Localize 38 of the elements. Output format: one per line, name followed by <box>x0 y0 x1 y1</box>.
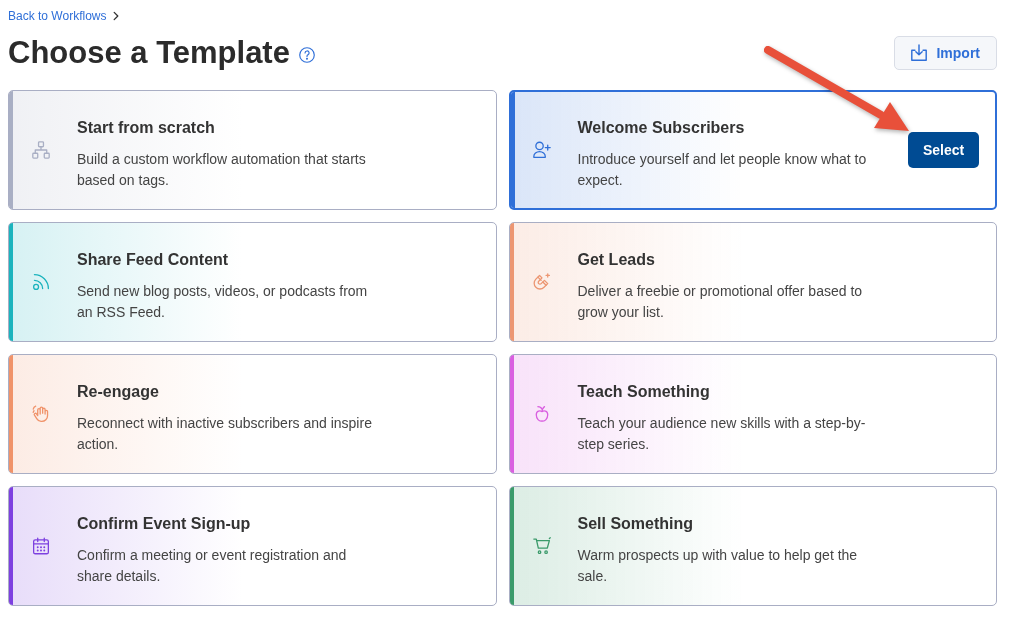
download-icon <box>910 44 929 62</box>
template-card[interactable]: Sell Something Warm prospects up with value to help get the sale. <box>508 486 997 606</box>
card-description: Warm prospects up with value to help get the sale. <box>577 545 859 586</box>
card-title: Confirm Event Sign-up <box>77 513 252 534</box>
user-plus-icon <box>532 141 551 159</box>
card-title: Welcome Subscribers <box>577 117 746 138</box>
card-description: Build a custom workflow automation that starts based on tags. <box>77 149 367 190</box>
hand-icon <box>32 405 50 423</box>
card-description: Teach your audience new skills with a step-by-step series. <box>577 413 867 454</box>
card-title: Start from scratch <box>77 117 216 138</box>
cart-icon <box>532 537 551 555</box>
template-card[interactable]: Get Leads Deliver a freebie or promotional offer based to grow your list. <box>508 222 997 342</box>
import-button[interactable]: Import <box>894 36 997 70</box>
back-link[interactable]: Back to Workflows <box>8 8 107 24</box>
card-title: Teach Something <box>577 381 711 402</box>
card-description: Deliver a freebie or promotional offer based to grow your list. <box>577 281 864 322</box>
template-card[interactable]: Welcome Subscribers Introduce yourself and let people know what to expect. Select <box>508 90 997 210</box>
rss-icon <box>32 273 50 291</box>
template-card[interactable]: Confirm Event Sign-up Confirm a meeting or event registration and share details. <box>8 486 497 606</box>
template-card[interactable]: Re-engage Reconnect with inactive subscribers and inspire action. <box>8 354 497 474</box>
card-title: Sell Something <box>577 513 695 534</box>
calendar-icon <box>32 537 50 555</box>
card-description: Confirm a meeting or event registration and share details. <box>77 545 348 586</box>
card-description: Send new blog posts, videos, or podcasts from an RSS Feed. <box>77 281 369 322</box>
card-title: Get Leads <box>577 249 656 270</box>
select-button[interactable]: Select <box>908 132 979 168</box>
template-card[interactable]: Teach Something Teach your audience new skills with a step-by-step series. <box>508 354 997 474</box>
template-card[interactable]: Start from scratch Build a custom workflow automation that starts based on tags. <box>8 90 497 210</box>
card-description: Introduce yourself and let people know what to expect. <box>577 149 868 190</box>
chevron-right-icon <box>113 11 120 21</box>
card-title: Re-engage <box>77 381 160 402</box>
card-description: Reconnect with inactive subscribers and inspire action. <box>77 413 373 454</box>
page-title: Choose a Template <box>8 34 290 72</box>
template-card[interactable]: Share Feed Content Send new blog posts, videos, or podcasts from an RSS Feed. <box>8 222 497 342</box>
hierarchy-icon <box>32 141 50 159</box>
card-title: Share Feed Content <box>77 249 230 270</box>
magnet-icon <box>532 273 551 291</box>
help-icon[interactable] <box>298 46 315 63</box>
